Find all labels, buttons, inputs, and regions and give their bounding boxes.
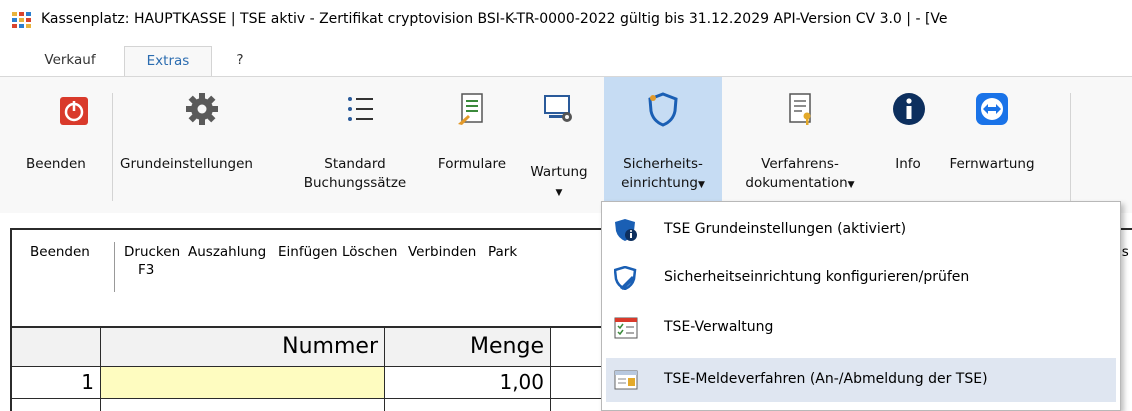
sicherheitseinrichtung-label: Sicherheits- einrichtung▼ [604,155,722,195]
column-header-menge[interactable]: Menge [385,328,550,366]
toolbar-beenden-button[interactable]: Beenden [30,244,90,260]
tab-help[interactable]: ? [226,46,254,76]
shield-icon [645,91,681,127]
sicherheitseinrichtung-menu: TSE Grundeinstellungen (aktiviert) Siche… [601,201,1121,411]
wartung-label: Wartung ▼ [516,163,602,203]
menu-item-tse-verwaltung[interactable]: TSE-Verwaltung [606,306,1116,350]
tab-extras[interactable]: Extras [124,46,212,76]
standard-label-line1: Standard [324,156,386,172]
info-label: Info [895,156,921,172]
app-icon [12,12,32,28]
dropdown-caret-icon: ▼ [555,188,563,198]
menu-item-label: TSE Grundeinstellungen (aktiviert) [664,221,907,237]
formulare-label: Formulare [437,156,507,172]
beenden-label: Beenden [26,156,86,172]
verfahrensdokumentation-label: Verfahrens- dokumentation▼ [724,155,876,195]
toolbar-loeschen-button[interactable]: Löschen [342,244,397,260]
row-number: 1 [81,370,94,394]
dropdown-caret-icon: ▼ [697,180,705,190]
title-bar: Kassenplatz: HAUPTKASSE | TSE aktiv - Ze… [0,0,1132,40]
sicherheit-label-line1: Sicherheits- [623,156,703,172]
info-button[interactable]: Info [880,89,936,201]
form-icon [454,91,490,127]
sicherheitseinrichtung-button[interactable]: Sicherheits- einrichtung▼ [604,77,722,201]
toolbar-auszahlung-button[interactable]: Auszahlung [188,244,266,260]
list-icon [343,91,379,127]
column-header-nummer[interactable]: Nummer [101,328,384,366]
standard-label: Standard Buchungssätze [290,155,420,193]
dropdown-caret-icon: ▼ [847,180,855,190]
grundeinstellungen-label: Grundeinstellungen [120,156,253,172]
formulare-button[interactable]: Formulare [428,89,516,201]
ribbon-separator [1070,93,1071,201]
menu-item-tse-meldeverfahren[interactable]: TSE-Meldeverfahren (An-/Abmeldung der TS… [606,358,1116,402]
ribbon-separator [112,93,113,201]
ribbon-tabs: Verkauf Extras ? [0,46,1132,76]
toolbar-park-button[interactable]: Park [488,244,517,260]
document-key-icon [782,91,818,127]
tab-verkauf[interactable]: Verkauf [30,46,110,76]
toolbar-separator [114,242,115,292]
toolbar-verbinden-button[interactable]: Verbinden [408,244,476,260]
report-form-icon [614,368,638,392]
menu-item-label: TSE-Meldeverfahren (An-/Abmeldung der TS… [664,371,988,387]
info-icon [891,91,927,127]
remote-icon [974,91,1010,127]
standard-label-line2: Buchungssätze [303,175,407,191]
verfahrensdokumentation-button[interactable]: Verfahrens- dokumentation▼ [724,89,876,201]
verfahren-label-line1: Verfahrens- [761,156,839,172]
shield-edit-icon [613,265,638,291]
fernwartung-button[interactable]: Fernwartung [942,89,1042,201]
checklist-icon [614,316,638,340]
grundeinstellungen-button[interactable]: Grundeinstellungen [116,89,296,201]
power-icon [58,95,90,127]
row-header-corner [12,328,100,366]
toolbar-drucken-button[interactable]: Drucken [124,244,180,260]
standard-buchungssaetze-button[interactable]: Standard Buchungssätze [290,89,420,201]
maintenance-icon [541,91,577,127]
menu-item-konfigurieren-pruefen[interactable]: Sicherheitseinrichtung konfigurieren/prü… [606,256,1116,300]
menu-item-label: Sicherheitseinrichtung konfigurieren/prü… [664,269,970,285]
grid-border [550,326,551,411]
verfahren-label-line2: dokumentation [745,175,848,191]
wartung-button[interactable]: Wartung ▼ [516,89,602,201]
window-title: Kassenplatz: HAUPTKASSE | TSE aktiv - Ze… [41,11,948,27]
grid-border [12,398,612,399]
beenden-button[interactable]: Beenden [18,89,108,201]
ribbon: Beenden Grundeinstellungen Standard Buch… [0,76,1132,213]
nummer-input[interactable] [101,367,384,398]
fernwartung-label: Fernwartung [949,156,1035,172]
shield-info-icon [614,218,638,242]
menge-input[interactable]: 1,00 [385,367,550,398]
shortcut-hint: F3 [138,262,155,278]
menu-item-tse-grundeinstellungen[interactable]: TSE Grundeinstellungen (aktiviert) [606,208,1116,252]
menu-item-label: TSE-Verwaltung [664,319,774,335]
gear-icon [184,91,220,127]
wartung-label-text: Wartung [530,164,588,180]
toolbar-einfuegen-button[interactable]: Einfügen [278,244,338,260]
sicherheit-label-line2: einrichtung [621,175,698,191]
